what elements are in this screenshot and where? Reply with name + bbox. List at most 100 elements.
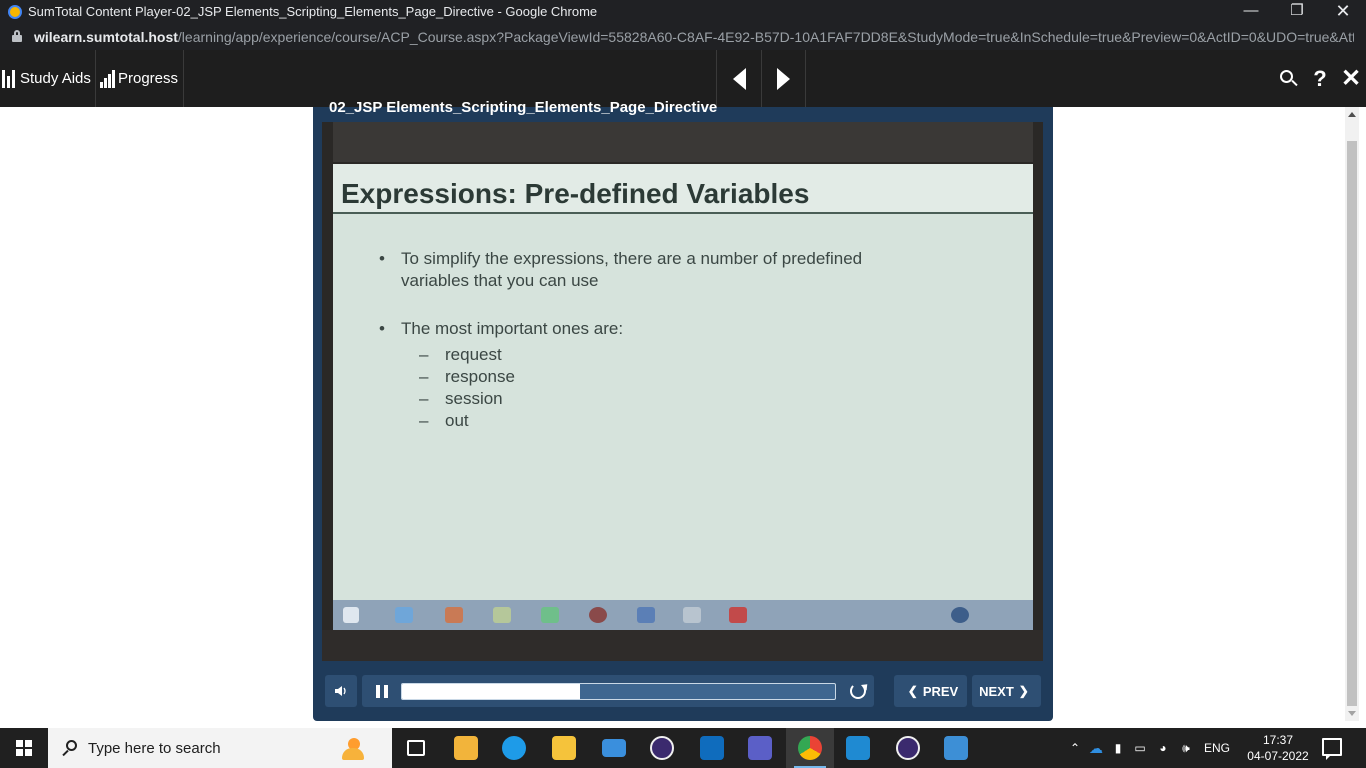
- slide: Expressions: Pre-defined Variables To si…: [333, 164, 1033, 619]
- study-aids-label: Study Aids: [20, 70, 91, 87]
- scroll-thumb[interactable]: [1347, 141, 1357, 706]
- arrow-right-icon: [777, 67, 790, 90]
- restore-button[interactable]: ❐: [1274, 0, 1320, 24]
- video-area[interactable]: Expressions: Pre-defined Variables To si…: [322, 122, 1043, 661]
- slide-subitem: out: [401, 410, 999, 432]
- replay-icon[interactable]: [850, 683, 866, 699]
- taskbar-outlook[interactable]: [688, 728, 736, 768]
- volume-button[interactable]: [325, 675, 357, 707]
- outlook-icon: [700, 736, 724, 760]
- wifi-icon[interactable]: ◕: [1152, 741, 1174, 755]
- taskbar-edge[interactable]: [490, 728, 538, 768]
- slide-subitem: response: [401, 366, 999, 388]
- next-button[interactable]: NEXT ❯: [972, 675, 1041, 707]
- study-aids-button[interactable]: Study Aids: [0, 50, 96, 107]
- folder-icon: [552, 736, 576, 760]
- playback-controls: [362, 675, 874, 707]
- task-view-button[interactable]: [392, 728, 440, 768]
- teams-icon: [748, 736, 772, 760]
- taskbar-photos[interactable]: [932, 728, 980, 768]
- chrome-icon: [798, 736, 822, 760]
- recorded-folder-icon: [493, 607, 511, 623]
- recorded-powerpoint-icon: [729, 607, 747, 623]
- search-icon: [1280, 69, 1298, 88]
- windows-taskbar: Type here to search ⌃ ☁ ▮ ▭ ◕ 🕪 ENG 17:3…: [0, 728, 1366, 768]
- arrow-left-icon: [732, 67, 746, 90]
- minimize-button[interactable]: —: [1228, 0, 1274, 24]
- url-path: /learning/app/experience/course/ACP_Cour…: [177, 29, 1354, 45]
- search-highlight-icon[interactable]: [338, 734, 368, 762]
- page-scrollbar[interactable]: [1345, 107, 1359, 721]
- taskbar-file-explorer[interactable]: [540, 728, 588, 768]
- taskbar-chrome[interactable]: [786, 728, 834, 768]
- taskbar-teams[interactable]: [736, 728, 784, 768]
- progress-fill: [402, 684, 580, 699]
- taskbar-store[interactable]: [442, 728, 490, 768]
- study-aids-icon: [2, 69, 18, 88]
- progress-bar[interactable]: [401, 683, 836, 700]
- scroll-down-icon[interactable]: [1348, 711, 1356, 716]
- prev-button[interactable]: ❮ PREV: [894, 675, 967, 707]
- edge-icon: [502, 736, 526, 760]
- slide-subitem: request: [401, 344, 999, 366]
- chevron-left-icon: ❮: [907, 684, 918, 698]
- taskbar-eclipse-2[interactable]: [884, 728, 932, 768]
- help-button[interactable]: ?: [1304, 50, 1336, 107]
- lock-icon[interactable]: [12, 30, 22, 42]
- url-host: wilearn.sumtotal.host: [34, 29, 178, 45]
- start-button[interactable]: [0, 728, 48, 768]
- search-placeholder: Type here to search: [88, 740, 221, 757]
- taskbar-mail[interactable]: [590, 728, 638, 768]
- notification-icon[interactable]: [1322, 738, 1342, 760]
- chrome-favicon-icon: [8, 5, 22, 19]
- onedrive-icon[interactable]: ☁: [1084, 740, 1108, 757]
- content-area: 02_JSP Elements_Scripting_Elements_Page_…: [0, 99, 1366, 728]
- taskbar-vscode[interactable]: [834, 728, 882, 768]
- volume-icon[interactable]: 🕪: [1174, 741, 1198, 756]
- task-view-icon: [407, 740, 425, 756]
- scroll-up-icon[interactable]: [1348, 112, 1356, 117]
- close-player-button[interactable]: ✕: [1335, 50, 1366, 107]
- slide-bullet: The most important ones are: request res…: [379, 318, 999, 432]
- toolbar-next-button[interactable]: [761, 50, 806, 107]
- recorded-ie-icon: [395, 607, 413, 623]
- progress-button[interactable]: Progress: [96, 50, 184, 107]
- pause-button[interactable]: [376, 685, 388, 698]
- slide-subitem: session: [401, 388, 999, 410]
- prev-label: PREV: [922, 683, 959, 699]
- eclipse-icon: [650, 736, 674, 760]
- recorded-app-icon: [541, 607, 559, 623]
- microsoft-store-icon: [454, 736, 478, 760]
- recorded-help-icon: [951, 607, 969, 623]
- system-tray: ⌃ ☁ ▮ ▭ ◕ 🕪 ENG: [1066, 728, 1236, 768]
- toolbar-prev-button[interactable]: [716, 50, 761, 107]
- slide-body: To simplify the expressions, there are a…: [379, 248, 999, 458]
- next-label: NEXT: [979, 683, 1014, 699]
- window-close-button[interactable]: ✕: [1320, 0, 1366, 24]
- recorded-app-icon: [637, 607, 655, 623]
- search-button[interactable]: [1273, 50, 1305, 107]
- eclipse-icon: [896, 736, 920, 760]
- clock[interactable]: 17:37 04-07-2022: [1244, 732, 1312, 764]
- slide-title: Expressions: Pre-defined Variables: [341, 178, 810, 209]
- windows-logo-icon: [16, 740, 32, 756]
- recorded-start-icon: [343, 607, 359, 623]
- progress-label: Progress: [118, 70, 179, 87]
- clock-date: 04-07-2022: [1247, 749, 1309, 763]
- chevron-up-icon[interactable]: ⌃: [1066, 741, 1084, 755]
- window-title: SumTotal Content Player-02_JSP Elements_…: [28, 4, 598, 19]
- progress-chart-icon: [100, 69, 116, 88]
- recorded-app-icon: [589, 607, 607, 623]
- chevron-right-icon: ❯: [1018, 684, 1029, 698]
- taskbar-search[interactable]: Type here to search: [48, 728, 392, 768]
- url-text[interactable]: wilearn.sumtotal.host/learning/app/exper…: [34, 29, 1354, 45]
- search-icon: [62, 740, 78, 757]
- address-bar[interactable]: wilearn.sumtotal.host/learning/app/exper…: [0, 24, 1366, 50]
- speaker-icon: [335, 686, 346, 696]
- photos-icon: [944, 736, 968, 760]
- battery-icon[interactable]: ▭: [1128, 741, 1152, 755]
- mail-icon: [602, 739, 626, 757]
- microphone-icon[interactable]: ▮: [1108, 741, 1128, 755]
- taskbar-eclipse[interactable]: [638, 728, 686, 768]
- language-indicator[interactable]: ENG: [1198, 741, 1236, 755]
